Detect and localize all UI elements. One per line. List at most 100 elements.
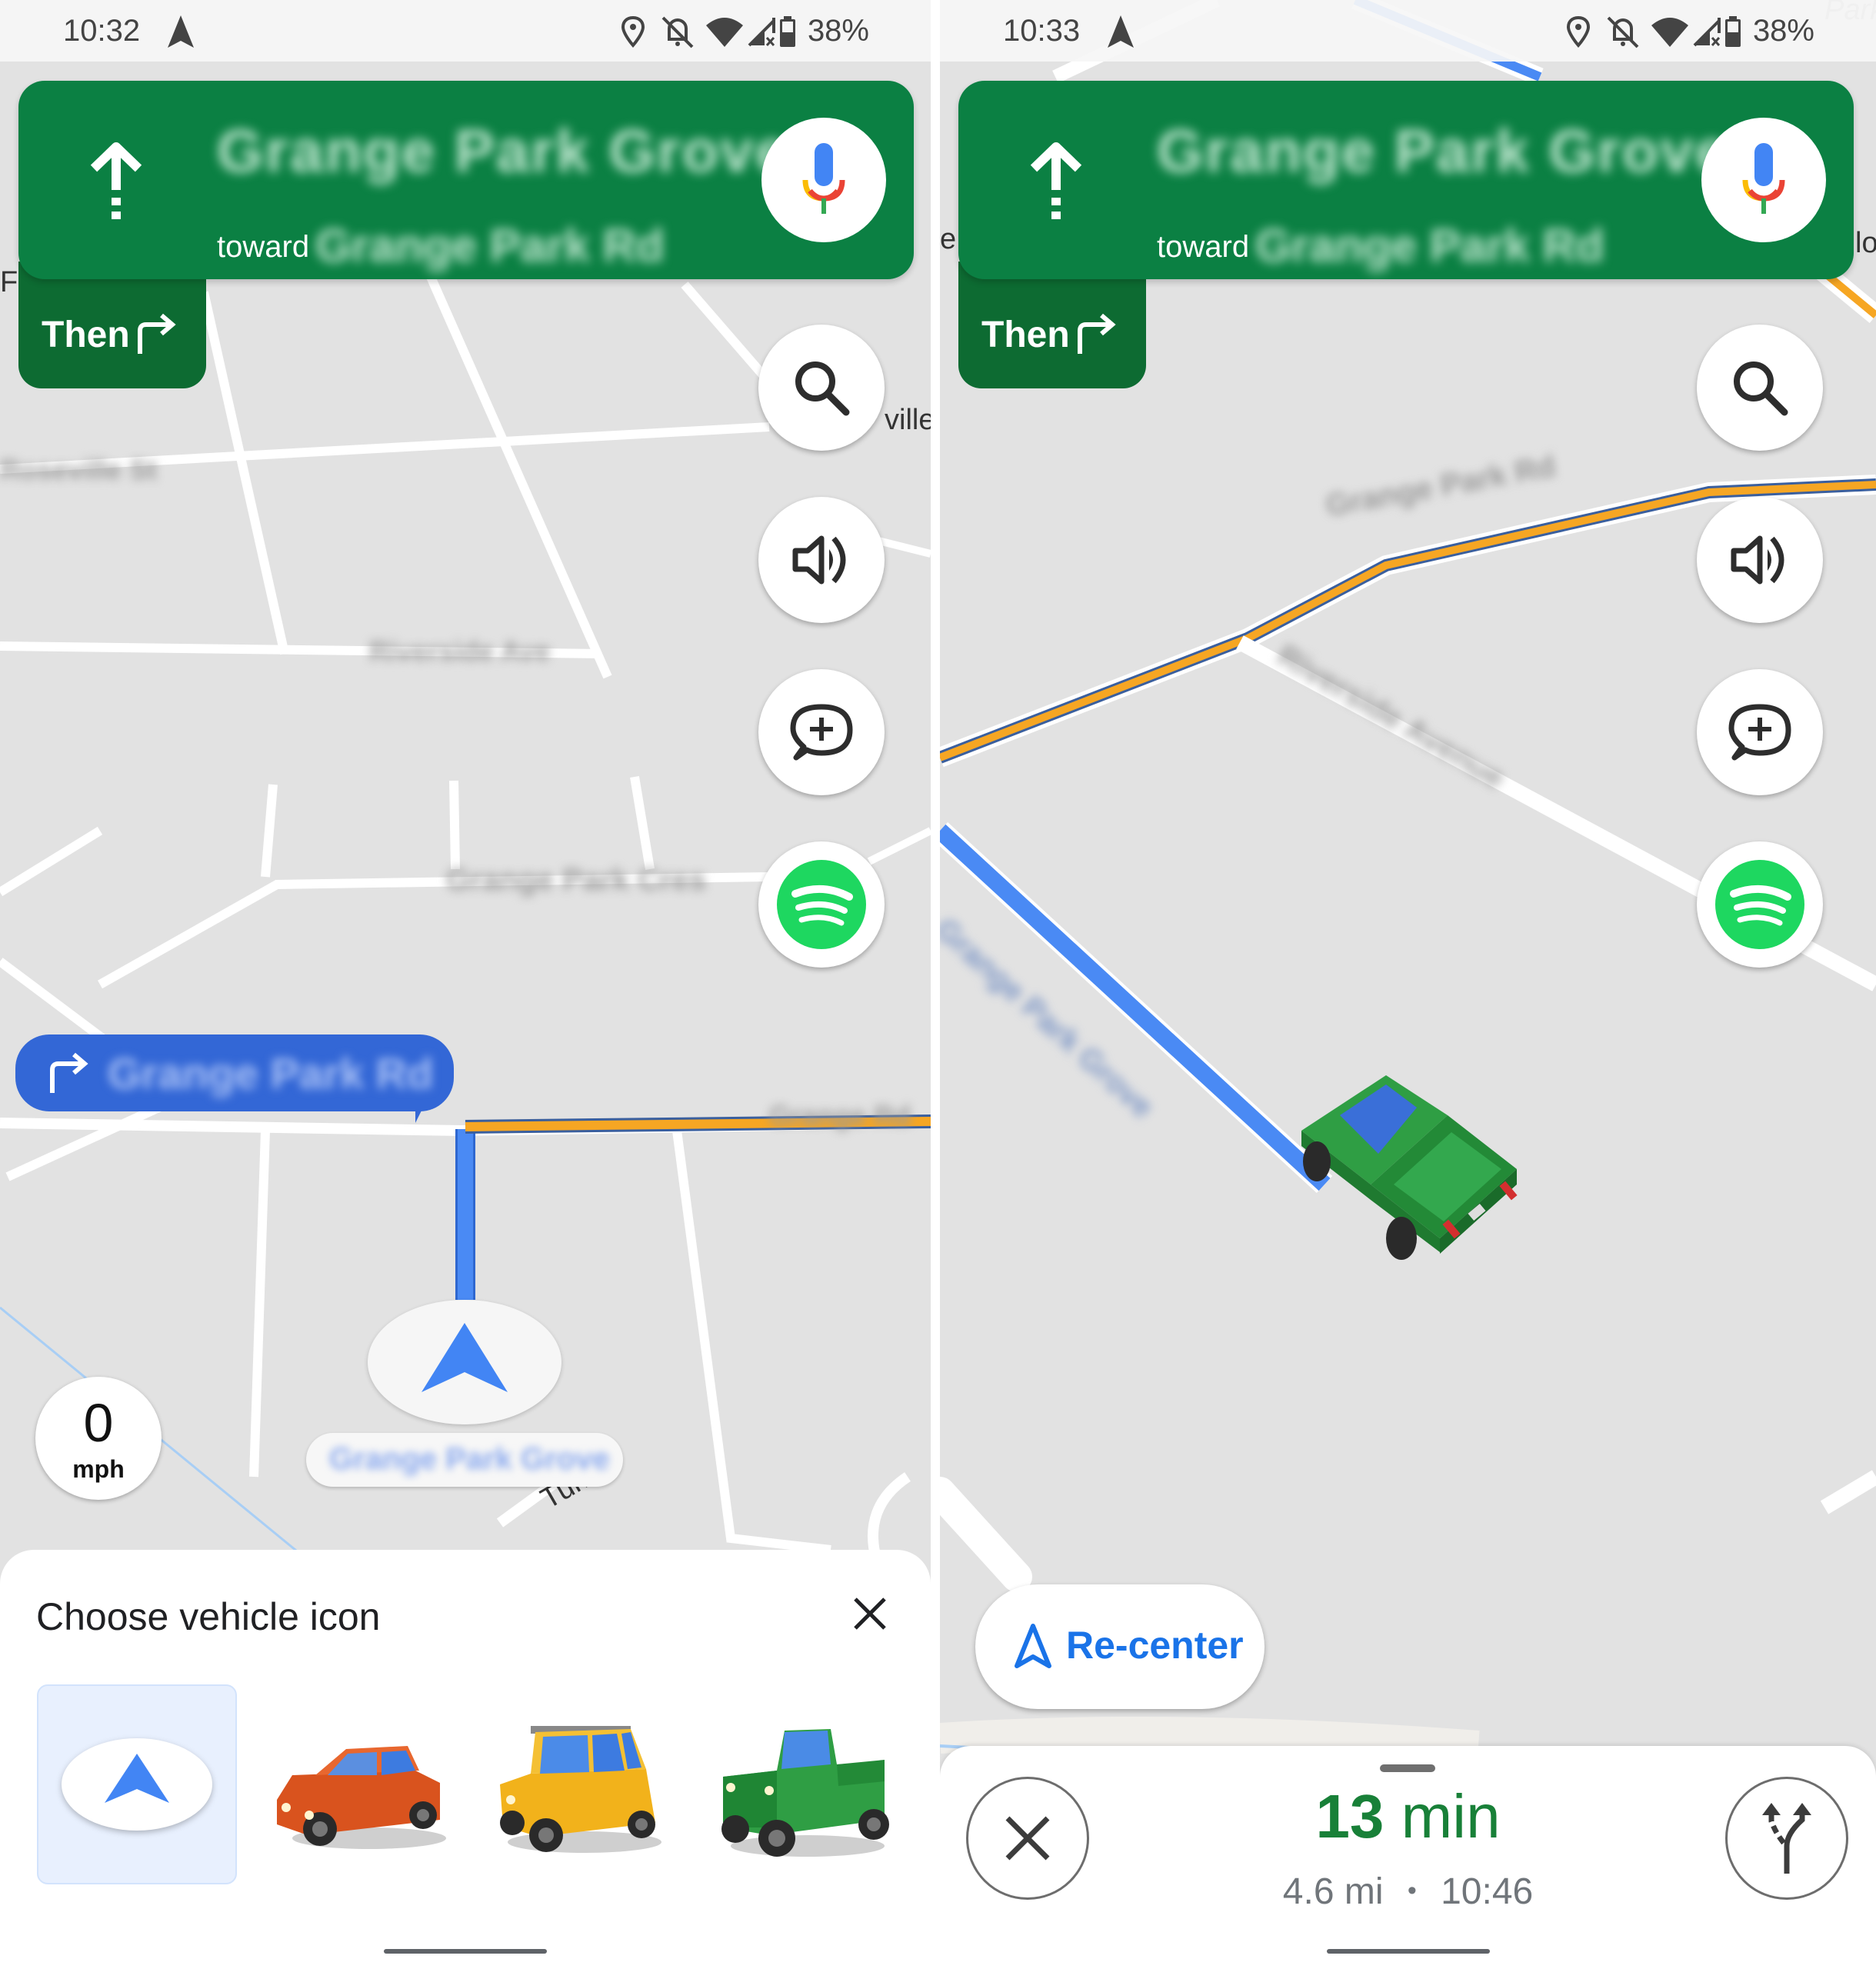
google-mic-icon: [802, 143, 845, 214]
sheet-drag-handle[interactable]: [1380, 1764, 1435, 1772]
spotify-icon: [1715, 860, 1804, 949]
sound-button[interactable]: [1697, 497, 1823, 623]
navigation-arrow-icon: [422, 1323, 508, 1392]
search-button[interactable]: [758, 325, 885, 451]
then-next-turn-tab[interactable]: Then: [18, 262, 206, 388]
gesture-nav-bar[interactable]: [384, 1949, 547, 1954]
recenter-button[interactable]: Re-center: [975, 1584, 1265, 1709]
close-icon: [854, 1598, 886, 1630]
battery-percent: 38%: [1752, 14, 1814, 48]
add-report-icon: [790, 704, 853, 761]
wifi-icon: [705, 17, 743, 47]
then-next-turn-tab[interactable]: Then: [958, 262, 1146, 388]
spotify-icon: [777, 860, 866, 949]
status-time: 10:32: [63, 14, 141, 48]
turn-right-icon: [1074, 312, 1120, 358]
toward-prefix: toward: [217, 230, 310, 264]
status-icons: 38%: [1559, 14, 1814, 48]
status-bar: 10:32 38%: [0, 0, 931, 62]
left-screen: Roseville St Riverside Ave Grange Park C…: [0, 0, 931, 1969]
status-icons: 38%: [614, 14, 869, 48]
eta-duration-unit: min: [1401, 1782, 1501, 1851]
volume-icon: [792, 535, 846, 585]
red-sedan-icon: [277, 1746, 446, 1849]
green-pickup-vehicle-marker: [1301, 1075, 1518, 1260]
map-street-label: Grange Park Cres: [446, 863, 706, 897]
close-button[interactable]: [852, 1596, 888, 1635]
sound-button[interactable]: [758, 497, 885, 623]
search-icon: [1734, 361, 1788, 416]
search-icon: [795, 361, 850, 416]
navigation-banner[interactable]: Grange Park Grove toward Grange Park Rd: [18, 81, 914, 279]
bell-off-icon: [661, 16, 694, 48]
toward-destination: Grange Park Rd: [1255, 220, 1604, 272]
battery-icon: [1724, 15, 1741, 47]
toward-text: toward Grange Park Rd: [217, 219, 665, 272]
map-street-label: Roseville St: [0, 454, 158, 485]
voice-search-button[interactable]: [1701, 118, 1826, 242]
current-street-name: Grange Park Grove: [1157, 117, 1730, 185]
map-label-partial: e: [940, 223, 957, 255]
alternate-routes-button[interactable]: [1725, 1777, 1848, 1900]
recenter-label: Re-center: [1066, 1624, 1244, 1667]
yellow-suv-icon: [500, 1726, 661, 1853]
spotify-button[interactable]: [1697, 841, 1823, 968]
vehicle-option-arrow[interactable]: [37, 1684, 237, 1884]
trip-summary-sheet[interactable]: 13 min 4.6 mi • 10:46: [940, 1746, 1876, 1969]
fork-routes-icon: [1762, 1803, 1811, 1874]
navigation-arrow-icon: [1108, 15, 1134, 52]
google-mic-icon: [1742, 143, 1785, 214]
location-pin-icon: [1566, 15, 1590, 48]
current-street-pill: Grange Park Grove: [306, 1433, 623, 1487]
navigation-arrow-icon: [168, 15, 194, 52]
search-button[interactable]: [1697, 325, 1823, 451]
add-report-button[interactable]: [1697, 669, 1823, 795]
battery-icon: [779, 15, 795, 47]
add-report-button[interactable]: [758, 669, 885, 795]
status-time: 10:33: [1003, 14, 1081, 48]
speedometer: 0 mph: [35, 1377, 162, 1500]
then-label: Then: [981, 315, 1070, 355]
spotify-button[interactable]: [758, 841, 885, 968]
map-label-partial: ville: [885, 404, 931, 436]
voice-search-button[interactable]: [761, 118, 886, 242]
signal-no-service-icon: [748, 17, 775, 46]
green-pickup-icon: [721, 1729, 889, 1857]
sheet-title: Choose vehicle icon: [36, 1595, 381, 1638]
current-street-name: Grange Park Grove: [217, 117, 790, 185]
map-street-label: Grange Rd: [769, 1100, 911, 1131]
trip-details: 4.6 mi • 10:46: [940, 1871, 1876, 1913]
separator-dot: •: [1407, 1876, 1417, 1905]
location-pin-icon: [621, 15, 645, 48]
status-bar: 10:33 38%: [940, 0, 1876, 62]
navigation-banner[interactable]: Grange Park Grove toward Grange Park Rd: [958, 81, 1854, 279]
eta-duration-value: 13: [1315, 1782, 1385, 1851]
vehicle-option-green-pickup[interactable]: [708, 1684, 905, 1881]
volume-icon: [1731, 535, 1784, 585]
bell-off-icon: [1607, 16, 1639, 48]
gesture-nav-bar[interactable]: [1326, 1949, 1490, 1954]
turn-right-icon: [134, 312, 180, 358]
current-location-puck: [368, 1300, 561, 1424]
toward-text: toward Grange Park Rd: [1157, 219, 1604, 272]
vehicle-option-yellow-suv[interactable]: [485, 1684, 681, 1881]
map-label-partial: lo: [1855, 227, 1876, 259]
map-street-label: Riverside Ave: [369, 635, 551, 667]
current-street-label: Grange Park Grove: [329, 1442, 610, 1476]
straight-arrow-icon: [88, 142, 145, 231]
then-label: Then: [42, 315, 130, 355]
speed-unit: mph: [72, 1455, 125, 1483]
add-report-icon: [1728, 704, 1791, 761]
straight-arrow-icon: [1028, 142, 1085, 231]
next-turn-callout: Grange Park Rd: [15, 1034, 454, 1111]
signal-no-service-icon: [1693, 17, 1721, 46]
vehicle-option-red-sedan[interactable]: [262, 1684, 458, 1881]
callout-street-name: Grange Park Rd: [108, 1049, 434, 1098]
navigation-outline-icon: [1014, 1623, 1052, 1673]
turn-right-icon: [46, 1051, 92, 1097]
trip-distance: 4.6 mi: [1282, 1871, 1384, 1912]
speed-value: 0: [83, 1393, 114, 1453]
battery-percent: 38%: [807, 14, 869, 48]
toward-prefix: toward: [1157, 230, 1250, 264]
wifi-icon: [1651, 17, 1688, 47]
